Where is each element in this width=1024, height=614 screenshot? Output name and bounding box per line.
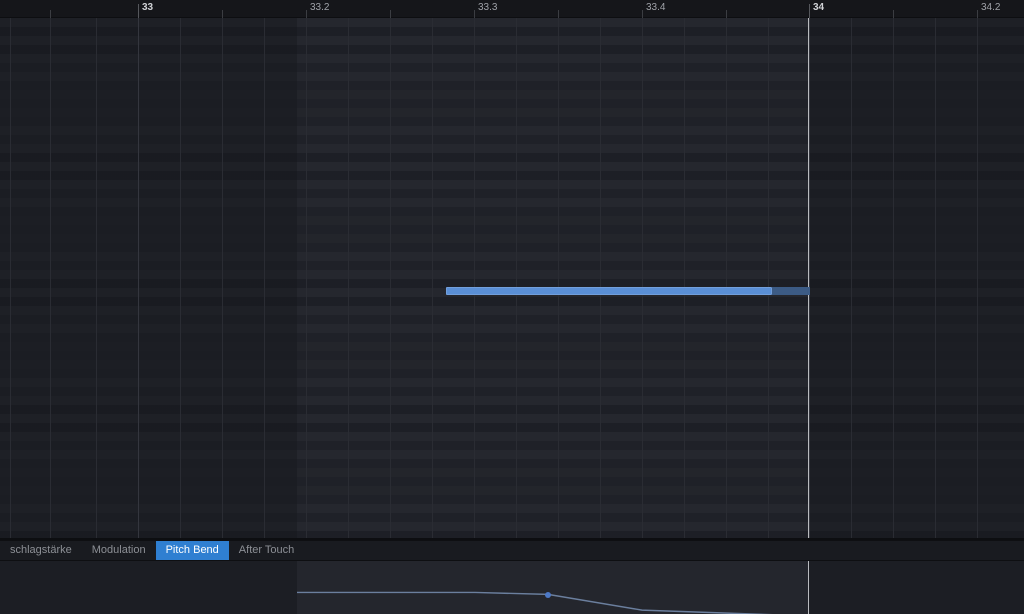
ruler-label: 34.2 <box>981 2 1000 13</box>
midi-note-tail <box>772 287 810 295</box>
ruler-label: 33.2 <box>310 2 329 13</box>
ruler-label: 34 <box>813 2 824 13</box>
tab-velocity[interactable]: schlagstärke <box>0 541 82 560</box>
tab-modulation[interactable]: Modulation <box>82 541 156 560</box>
piano-roll-grid[interactable] <box>0 18 1024 538</box>
ruler-label: 33.3 <box>478 2 497 13</box>
automation-curve[interactable] <box>0 561 1024 614</box>
clip-region[interactable] <box>297 18 809 538</box>
tab-pitchbend[interactable]: Pitch Bend <box>156 541 229 560</box>
black-key-overlay <box>297 18 808 538</box>
ruler-label: 33 <box>142 2 153 13</box>
ruler-label: 33.4 <box>646 2 665 13</box>
automation-lane[interactable] <box>0 560 1024 614</box>
automation-point[interactable] <box>545 592 551 598</box>
midi-note[interactable] <box>446 287 772 295</box>
timeline-ruler[interactable]: 33 33.2 33.3 33.4 34 34.2 <box>0 0 1024 18</box>
clip-region-end[interactable] <box>809 18 810 538</box>
tab-aftertouch[interactable]: After Touch <box>229 541 304 560</box>
automation-tabs: schlagstärkeModulationPitch BendAfter To… <box>0 540 1024 560</box>
